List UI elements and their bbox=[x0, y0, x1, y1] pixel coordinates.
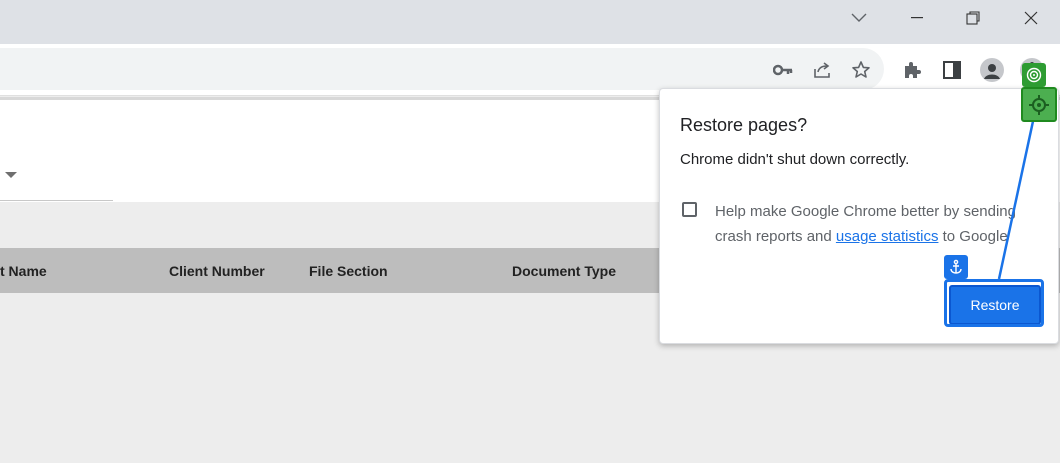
overlay-target-marker bbox=[1021, 87, 1057, 122]
column-header-document-type[interactable]: Document Type bbox=[512, 263, 616, 279]
bookmark-star-button[interactable] bbox=[845, 54, 877, 86]
overlay-anchor-tag bbox=[944, 255, 968, 279]
key-icon bbox=[773, 64, 793, 76]
password-key-button[interactable] bbox=[767, 54, 799, 86]
help-text-suffix: to Google bbox=[938, 228, 1008, 245]
star-icon bbox=[852, 61, 870, 78]
profile-icon bbox=[980, 58, 1004, 82]
overlay-target-tag bbox=[1022, 63, 1046, 87]
select-underline bbox=[0, 200, 113, 201]
side-panel-icon bbox=[943, 61, 961, 79]
column-header-name[interactable]: t Name bbox=[0, 263, 47, 279]
column-header-file-section[interactable]: File Section bbox=[309, 263, 388, 279]
profile-button[interactable] bbox=[976, 54, 1008, 86]
close-icon bbox=[1024, 11, 1038, 25]
tab-search-button[interactable] bbox=[834, 0, 884, 36]
crash-report-checkbox[interactable] bbox=[682, 202, 697, 217]
share-icon bbox=[814, 62, 830, 78]
dialog-message: Chrome didn't shut down correctly. bbox=[680, 151, 910, 168]
crosshair-icon bbox=[1029, 94, 1049, 115]
chevron-down-icon bbox=[851, 13, 867, 22]
close-button[interactable] bbox=[1006, 0, 1056, 36]
extensions-button[interactable] bbox=[896, 54, 928, 86]
share-button[interactable] bbox=[806, 54, 838, 86]
crash-report-label: Help make Google Chrome better by sendin… bbox=[715, 199, 1035, 249]
minimize-button[interactable] bbox=[892, 0, 942, 36]
target-icon bbox=[1026, 67, 1042, 83]
anchor-icon bbox=[950, 259, 962, 274]
extensions-icon bbox=[905, 62, 921, 78]
minimize-icon bbox=[911, 17, 923, 19]
dropdown-caret-icon[interactable] bbox=[5, 172, 17, 178]
restore-window-button[interactable] bbox=[948, 0, 998, 36]
usage-statistics-link[interactable]: usage statistics bbox=[836, 228, 939, 245]
title-bar bbox=[0, 0, 1060, 44]
side-panel-button[interactable] bbox=[936, 54, 968, 86]
address-bar[interactable] bbox=[0, 48, 884, 90]
column-header-client-number[interactable]: Client Number bbox=[169, 263, 265, 279]
overlay-button-highlight bbox=[944, 279, 1044, 327]
restore-window-icon bbox=[966, 11, 980, 25]
dialog-title: Restore pages? bbox=[680, 115, 808, 135]
